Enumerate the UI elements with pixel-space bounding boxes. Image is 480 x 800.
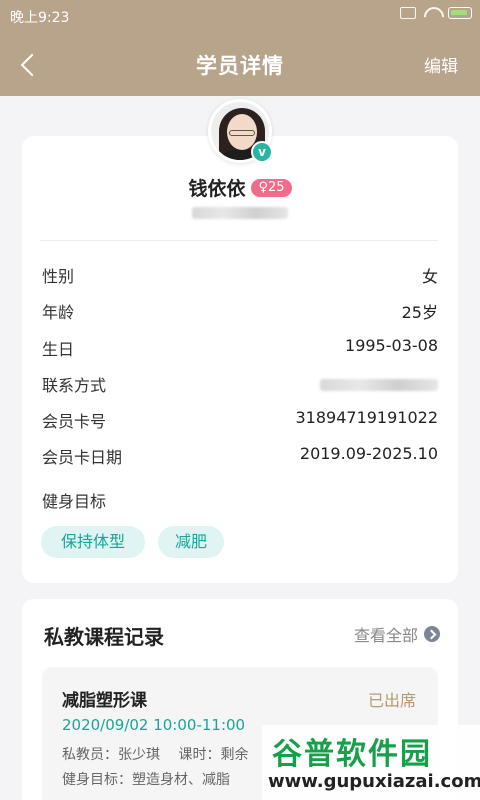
info-row-card-number: 会员卡号 31894719191022 [42, 408, 438, 432]
info-row-card-date: 会员卡日期 2019.09-2025.10 [42, 444, 438, 468]
info-value: 25岁 [401, 303, 438, 322]
info-row-gender: 性别 女 [42, 263, 438, 287]
nav-bar: 学员详情 编辑 [0, 34, 480, 96]
contact-masked [320, 379, 438, 391]
goal-tag: 保持体型 [41, 526, 145, 558]
record-goal: 健身目标：塑造身材、减脂 [62, 772, 230, 788]
battery-icon [448, 7, 472, 19]
avatar-glasses [229, 130, 255, 136]
info-label: 年龄 [42, 303, 75, 322]
info-row-birthday: 生日 1995-03-08 [42, 336, 438, 360]
goals-title: 健身目标 [42, 492, 107, 511]
status-bar: 晚上9:23 [0, 0, 480, 34]
watermark-logo: 谷普软件园 [272, 737, 432, 772]
see-all-label: 查看全部 [353, 626, 418, 645]
chevron-right-icon [424, 626, 440, 642]
info-label: 会员卡日期 [42, 448, 123, 467]
record-trainer: 私教员：张少琪 课时：剩余 [62, 747, 249, 763]
info-label: 生日 [42, 340, 75, 359]
edit-button[interactable]: 编辑 [424, 52, 458, 77]
info-value: 1995-03-08 [345, 336, 438, 355]
info-label: 性别 [42, 267, 75, 286]
record-status: 已出席 [367, 691, 416, 710]
course-section-title: 私教课程记录 [44, 625, 164, 649]
wifi-icon [424, 7, 440, 19]
student-name: 钱依依 [188, 178, 246, 200]
info-value: 女 [421, 267, 438, 286]
gender-age-badge: ♀25 [251, 178, 292, 197]
see-all-button[interactable]: 查看全部 [354, 622, 440, 646]
goal-tag: 减肥 [158, 526, 224, 558]
divider [40, 240, 438, 241]
info-value: 31894719191022 [295, 408, 438, 427]
watermark-url: www.gupuxiazai.com [268, 771, 480, 792]
info-value: 2019.09-2025.10 [299, 444, 438, 463]
page-title: 学员详情 [196, 54, 284, 78]
record-course-name: 减脂塑形课 [62, 691, 147, 711]
info-label: 会员卡号 [42, 412, 107, 431]
status-icons [400, 7, 472, 19]
verified-icon: v [251, 141, 273, 163]
sim-icon [400, 7, 416, 19]
info-row-contact: 联系方式 [42, 372, 438, 396]
record-time: 2020/09/02 10:00-11:00 [62, 716, 246, 734]
info-label: 联系方式 [42, 376, 107, 395]
info-row-age: 年龄 25岁 [42, 299, 438, 323]
phone-masked [192, 207, 288, 219]
name-row: 钱依依 ♀25 [22, 174, 458, 201]
status-time: 晚上9:23 [10, 10, 70, 26]
